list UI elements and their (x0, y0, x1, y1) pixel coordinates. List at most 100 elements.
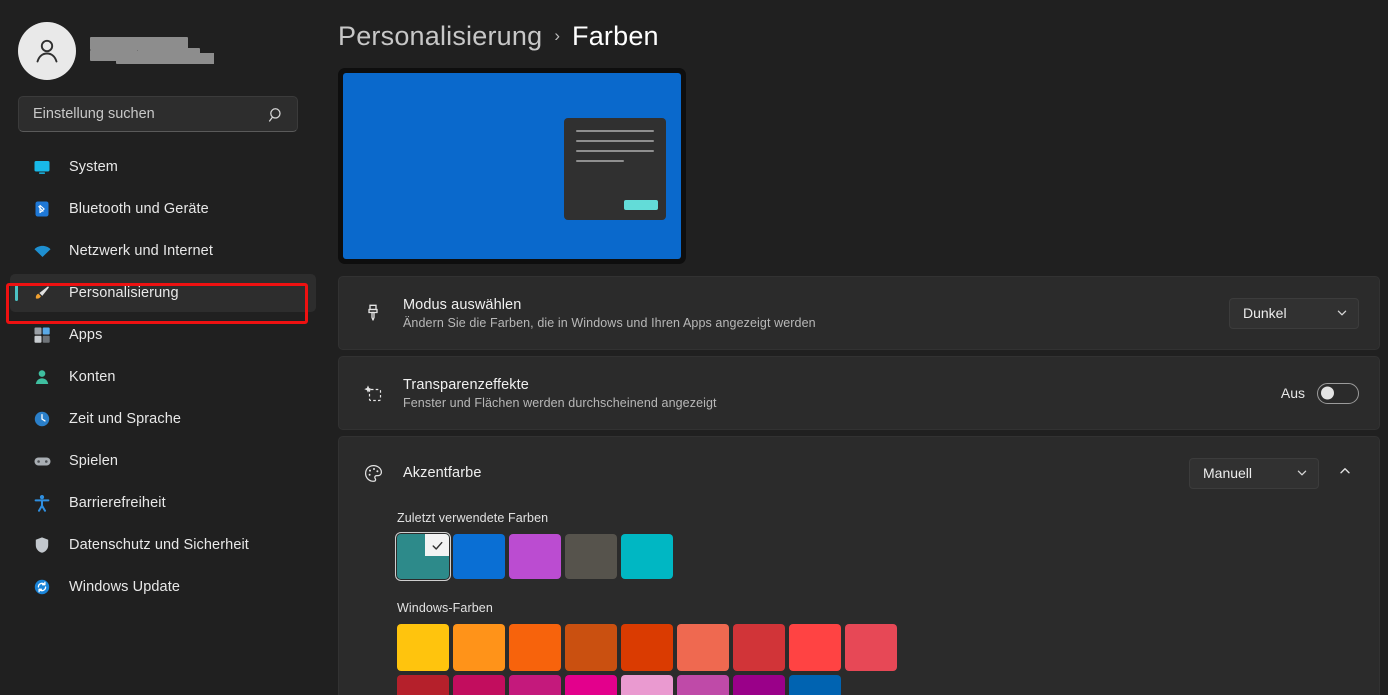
windows-colors-row (397, 624, 1357, 671)
sidebar-item-zeit-sprache[interactable]: Zeit und Sprache (10, 400, 316, 438)
transparency-toggle[interactable] (1317, 383, 1359, 404)
account-header[interactable] (0, 12, 330, 82)
sidebar-item-system[interactable]: System (10, 148, 316, 186)
palette-icon (361, 463, 385, 484)
sidebar-item-label: Apps (69, 327, 102, 343)
windows-color-swatch[interactable] (677, 675, 729, 695)
accent-mode-value: Manuell (1203, 465, 1252, 481)
recent-colors-label: Zuletzt verwendete Farben (397, 511, 1357, 525)
recent-color-swatch-selected[interactable] (397, 534, 449, 579)
mode-setting-card: Modus auswählen Ändern Sie die Farben, d… (338, 276, 1380, 350)
mode-dropdown[interactable]: Dunkel (1229, 298, 1359, 329)
bluetooth-icon (32, 199, 52, 219)
avatar[interactable] (18, 22, 76, 80)
settings-window: System Bluetooth und Geräte Netzwerk und… (0, 0, 1388, 695)
sidebar-item-label: Bluetooth und Geräte (69, 201, 209, 217)
transparency-icon (361, 383, 385, 403)
settings-list: Modus auswählen Ändern Sie die Farben, d… (338, 276, 1380, 695)
clock-icon (32, 409, 52, 429)
preview-window (564, 118, 666, 220)
windows-color-swatch[interactable] (621, 675, 673, 695)
accent-color-body: Zuletzt verwendete Farben Windows-Farben (339, 511, 1379, 695)
windows-colors-row (397, 675, 1357, 695)
chevron-up-icon (1338, 464, 1352, 483)
windows-color-swatch[interactable] (397, 675, 449, 695)
mode-dropdown-value: Dunkel (1243, 305, 1287, 321)
account-name-redacted (90, 35, 214, 67)
search-input[interactable] (33, 106, 268, 122)
windows-color-swatch[interactable] (565, 624, 617, 671)
mode-setting-row[interactable]: Modus auswählen Ändern Sie die Farben, d… (339, 277, 1379, 349)
sidebar-item-label: Barrierefreiheit (69, 495, 166, 511)
breadcrumb: Personalisierung › Farben (338, 0, 1388, 56)
account-icon (32, 367, 52, 387)
windows-color-swatch[interactable] (677, 624, 729, 671)
accessibility-icon (32, 493, 52, 513)
windows-color-swatch[interactable] (453, 624, 505, 671)
recent-color-swatch[interactable] (509, 534, 561, 579)
colors-preview (338, 68, 686, 264)
mode-title: Modus auswählen (403, 297, 1211, 313)
windows-color-swatch[interactable] (565, 675, 617, 695)
sidebar-item-datenschutz-sicherheit[interactable]: Datenschutz und Sicherheit (10, 526, 316, 564)
toggle-knob (1321, 387, 1334, 400)
sidebar-item-apps[interactable]: Apps (10, 316, 316, 354)
sidebar-item-barrierefreiheit[interactable]: Barrierefreiheit (10, 484, 316, 522)
sidebar-item-windows-update[interactable]: Windows Update (10, 568, 316, 606)
chevron-down-icon (1296, 467, 1308, 479)
shield-icon (32, 535, 52, 555)
breadcrumb-parent-link[interactable]: Personalisierung (338, 21, 542, 52)
transparency-toggle-label: Aus (1281, 385, 1305, 401)
sidebar-item-bluetooth[interactable]: Bluetooth und Geräte (10, 190, 316, 228)
monitor-icon (32, 157, 52, 177)
windows-color-swatch[interactable] (733, 624, 785, 671)
windows-color-swatch[interactable] (621, 624, 673, 671)
page-title: Farben (572, 21, 659, 52)
paintbrush-icon (361, 303, 385, 323)
windows-color-swatch[interactable] (509, 624, 561, 671)
accent-color-row[interactable]: Akzentfarbe Manuell (339, 437, 1379, 509)
preview-text-line (576, 140, 654, 142)
sidebar-item-spielen[interactable]: Spielen (10, 442, 316, 480)
windows-color-swatch[interactable] (397, 624, 449, 671)
sidebar-item-label: Konten (69, 369, 116, 385)
windows-color-swatch[interactable] (453, 675, 505, 695)
accent-mode-dropdown[interactable]: Manuell (1189, 458, 1319, 489)
accent-title: Akzentfarbe (403, 465, 1171, 481)
chevron-down-icon (1336, 307, 1348, 319)
recent-color-swatch[interactable] (565, 534, 617, 579)
update-icon (32, 577, 52, 597)
wifi-icon (32, 241, 52, 261)
mode-subtitle: Ändern Sie die Farben, die in Windows un… (403, 316, 1211, 330)
preview-text-line (576, 150, 654, 152)
recent-color-swatch[interactable] (621, 534, 673, 579)
accent-color-card: Akzentfarbe Manuell (338, 436, 1380, 695)
preview-desktop (343, 73, 681, 259)
preview-text-line (576, 130, 654, 132)
windows-color-swatch[interactable] (789, 624, 841, 671)
accent-collapse-button[interactable] (1331, 459, 1359, 487)
windows-color-swatch[interactable] (509, 675, 561, 695)
gamepad-icon (32, 451, 52, 471)
sidebar-item-label: Personalisierung (69, 285, 179, 301)
sidebar-item-konten[interactable]: Konten (10, 358, 316, 396)
transparency-setting-row[interactable]: Transparenzeffekte Fenster und Flächen w… (339, 357, 1379, 429)
breadcrumb-separator-icon: › (554, 26, 560, 46)
transparency-setting-card: Transparenzeffekte Fenster und Flächen w… (338, 356, 1380, 430)
transparency-subtitle: Fenster und Flächen werden durchscheinen… (403, 396, 1263, 410)
sidebar-nav: System Bluetooth und Geräte Netzwerk und… (0, 148, 330, 606)
sidebar-item-personalisierung[interactable]: Personalisierung (10, 274, 316, 312)
search-icon (268, 106, 285, 123)
sidebar-item-label: Netzwerk und Internet (69, 243, 213, 259)
sidebar-item-network[interactable]: Netzwerk und Internet (10, 232, 316, 270)
search-box[interactable] (18, 96, 298, 132)
sidebar-item-label: Spielen (69, 453, 118, 469)
windows-color-swatch[interactable] (845, 624, 897, 671)
recent-color-swatch[interactable] (453, 534, 505, 579)
windows-color-swatch[interactable] (789, 675, 841, 695)
sidebar-item-label: Zeit und Sprache (69, 411, 181, 427)
checkmark-icon (425, 534, 449, 556)
apps-grid-icon (32, 325, 52, 345)
recent-colors-row (397, 534, 1357, 579)
windows-color-swatch[interactable] (733, 675, 785, 695)
